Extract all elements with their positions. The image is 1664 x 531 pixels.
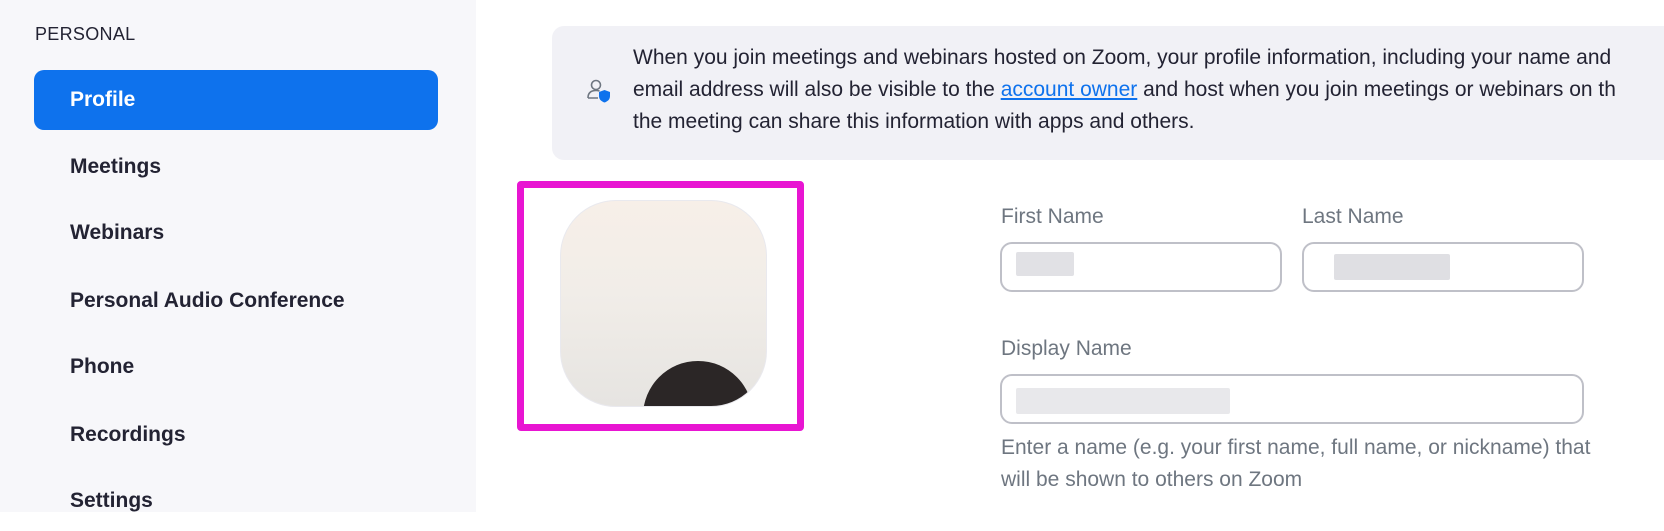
notice-line-2: email address will also be visible to th… — [633, 74, 1664, 106]
sidebar-item-label: Personal Audio Conference — [70, 289, 345, 312]
notice-line-2-start: email address will also be visible to th… — [633, 78, 1001, 101]
notice-line-3: the meeting can share this information w… — [633, 110, 1195, 133]
sidebar-item-label: Profile — [70, 88, 136, 111]
sidebar-item-label: Meetings — [70, 155, 162, 178]
privacy-notice-text: When you join meetings and webinars host… — [633, 42, 1664, 138]
sidebar-item-label: Recordings — [70, 423, 186, 446]
sidebar-item-label: Phone — [70, 355, 135, 378]
notice-line-1: When you join meetings and webinars host… — [633, 46, 1612, 69]
last-name-label: Last Name — [1302, 205, 1404, 228]
redacted-display-name — [1016, 388, 1230, 414]
sidebar: PERSONAL Profile Meetings Webinars Perso… — [0, 0, 476, 512]
sidebar-item-phone[interactable]: Phone — [34, 337, 438, 397]
sidebar-item-label: Webinars — [70, 221, 165, 244]
first-name-label: First Name — [1001, 205, 1104, 228]
privacy-notice-banner: When you join meetings and webinars host… — [552, 26, 1664, 160]
avatar[interactable] — [560, 200, 767, 407]
redacted-last-name — [1334, 254, 1450, 280]
sidebar-item-settings[interactable]: Settings — [34, 471, 438, 531]
display-name-label: Display Name — [1001, 337, 1132, 360]
user-shield-icon — [586, 78, 612, 104]
notice-line-2-end: and host when you join meetings or webin… — [1137, 78, 1616, 101]
redacted-first-name — [1016, 252, 1074, 276]
sidebar-item-webinars[interactable]: Webinars — [34, 203, 438, 263]
sidebar-item-label: Settings — [70, 489, 153, 512]
sidebar-item-recordings[interactable]: Recordings — [34, 405, 438, 465]
display-name-help-text: Enter a name (e.g. your first name, full… — [1001, 436, 1591, 491]
sidebar-item-personal-audio-conference[interactable]: Personal Audio Conference — [34, 271, 438, 331]
section-label-personal: PERSONAL — [35, 24, 136, 44]
account-owner-link[interactable]: account owner — [1001, 78, 1138, 101]
avatar-highlight-frame — [517, 181, 804, 431]
avatar-photo-subject — [643, 361, 753, 406]
sidebar-item-profile[interactable]: Profile — [34, 70, 438, 130]
sidebar-item-meetings[interactable]: Meetings — [34, 137, 438, 197]
